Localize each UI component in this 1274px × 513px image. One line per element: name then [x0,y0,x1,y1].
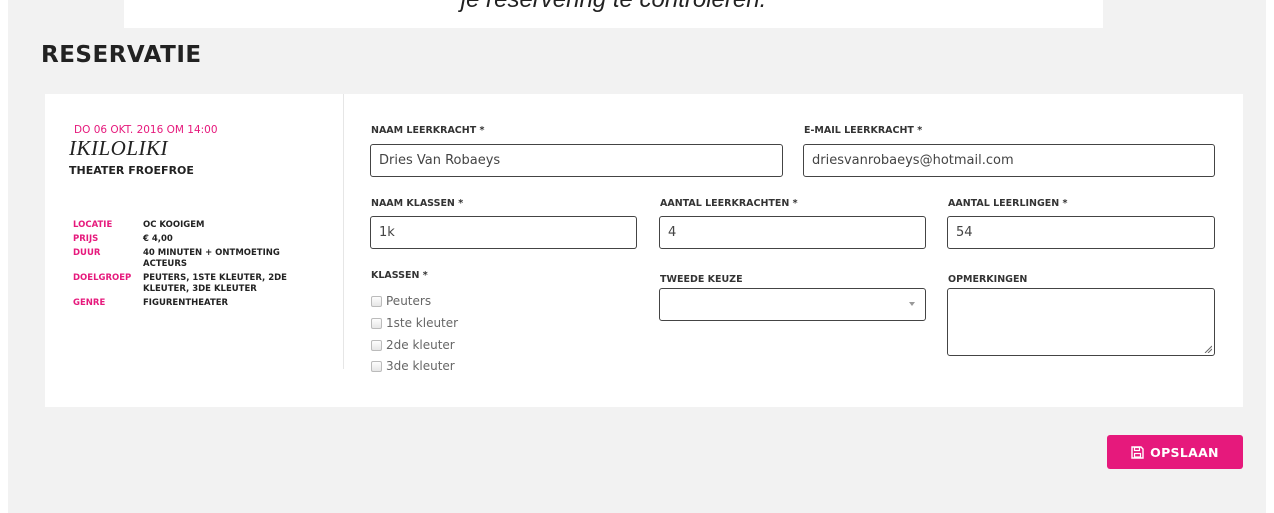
info-label: PRIJS [73,234,99,244]
chevron-down-icon [909,302,915,306]
event-date: DO 06 OKT. 2016 OM 14:00 [74,124,218,136]
class-option-peuters[interactable]: Peuters [371,294,431,308]
num-teachers-input[interactable]: 4 [659,216,926,249]
info-label: DOELGROEP [73,273,132,283]
resize-grip-icon[interactable] [1204,345,1212,353]
info-label: GENRE [73,298,106,308]
reservation-card: DO 06 OKT. 2016 OM 14:00 IKILOLIKI THEAT… [45,94,1243,407]
info-row-location: LOCATIE OC KOOIGEM [73,220,313,231]
checkbox-label: 3de kleuter [386,359,455,373]
info-value: FIGURENTHEATER [143,298,229,308]
save-button[interactable]: OPSLAAN [1107,435,1243,469]
second-choice-label: TWEEDE KEUZE [660,274,743,285]
info-value: OC KOOIGEM [143,220,205,230]
event-info-table: LOCATIE OC KOOIGEM PRIJS € 4,00 DUUR 40 … [73,220,313,312]
floppy-disk-icon [1131,445,1144,459]
num-students-input[interactable]: 54 [947,216,1215,249]
second-choice-select[interactable] [659,288,926,321]
class-option-2de-kleuter[interactable]: 2de kleuter [371,338,455,352]
checkbox[interactable] [371,339,382,351]
num-students-label: AANTAL LEERLINGEN * [948,198,1068,209]
teacher-email-label: E-MAIL LEERKRACHT * [804,125,923,136]
teacher-email-input[interactable]: driesvanrobaeys@hotmail.com [803,144,1215,177]
notice-banner: je reservering te controleren. [124,0,1103,28]
checkbox-label: 2de kleuter [386,338,455,352]
class-option-1ste-kleuter[interactable]: 1ste kleuter [371,316,458,330]
num-teachers-label: AANTAL LEERKRACHTEN * [660,198,798,209]
class-name-label: NAAM KLASSEN * [371,198,464,209]
notice-text: je reservering te controleren. [124,0,1103,14]
checkbox-label: Peuters [386,294,432,308]
remarks-textarea[interactable] [947,288,1215,356]
checkbox[interactable] [371,317,382,329]
info-value: PEUTERS, 1STE KLEUTER, 2DE KLEUTER, 3DE … [143,273,287,294]
info-value: 40 MINUTEN + ONTMOETING ACTEURS [143,248,280,269]
teacher-name-label: NAAM LEERKRACHT * [371,125,485,136]
page-title: RESERVATIE [41,42,202,68]
info-label: LOCATIE [73,220,113,230]
checkbox[interactable] [371,295,382,307]
class-name-input[interactable]: 1k [370,216,637,249]
checkbox-label: 1ste kleuter [386,316,459,330]
teacher-name-input[interactable]: Dries Van Robaeys [370,144,783,177]
info-row-genre: GENRE FIGURENTHEATER [73,298,313,309]
checkbox[interactable] [371,360,382,372]
save-button-label: OPSLAAN [1150,444,1219,460]
info-row-target-group: DOELGROEP PEUTERS, 1STE KLEUTER, 2DE KLE… [73,273,313,295]
remarks-label: OPMERKINGEN [948,274,1028,285]
info-row-duration: DUUR 40 MINUTEN + ONTMOETING ACTEURS [73,248,313,270]
event-title: IKILOLIKI [69,136,169,160]
class-option-3de-kleuter[interactable]: 3de kleuter [371,359,455,373]
event-company: THEATER FROEFROE [69,164,194,177]
info-value: € 4,00 [143,234,173,244]
info-row-price: PRIJS € 4,00 [73,234,313,245]
classes-label: KLASSEN * [371,270,428,281]
column-divider [343,94,344,369]
info-label: DUUR [73,248,101,258]
